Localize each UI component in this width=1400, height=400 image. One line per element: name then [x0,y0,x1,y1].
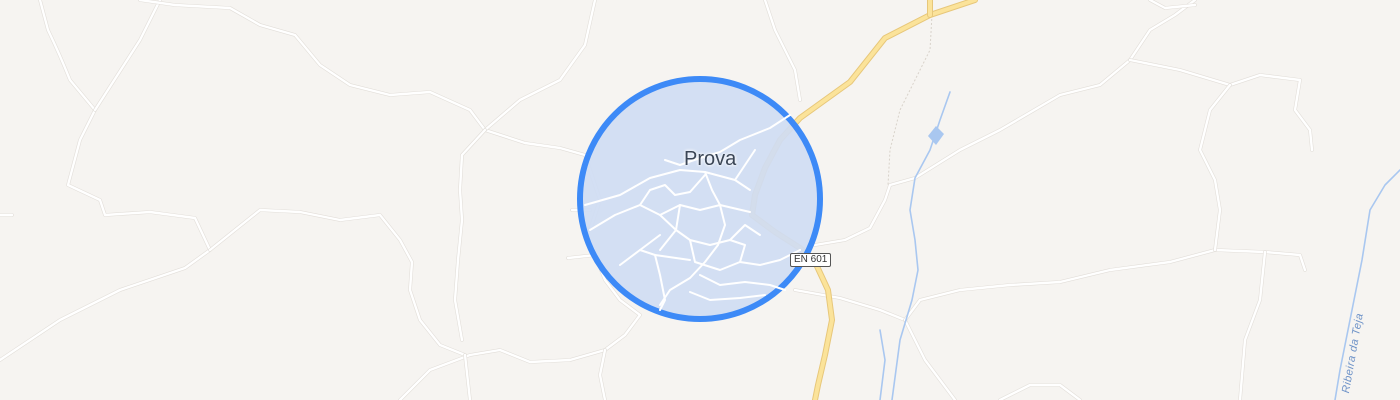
place-label-prova[interactable]: Prova [684,148,736,171]
map-canvas[interactable]: Prova EN 601 Ribeira da Teja [0,0,1400,400]
waterways [879,91,1400,400]
map-layers [0,0,1400,400]
pond [928,126,944,145]
location-radius-circle[interactable] [577,76,823,322]
road-shield-en601: EN 601 [790,253,832,267]
